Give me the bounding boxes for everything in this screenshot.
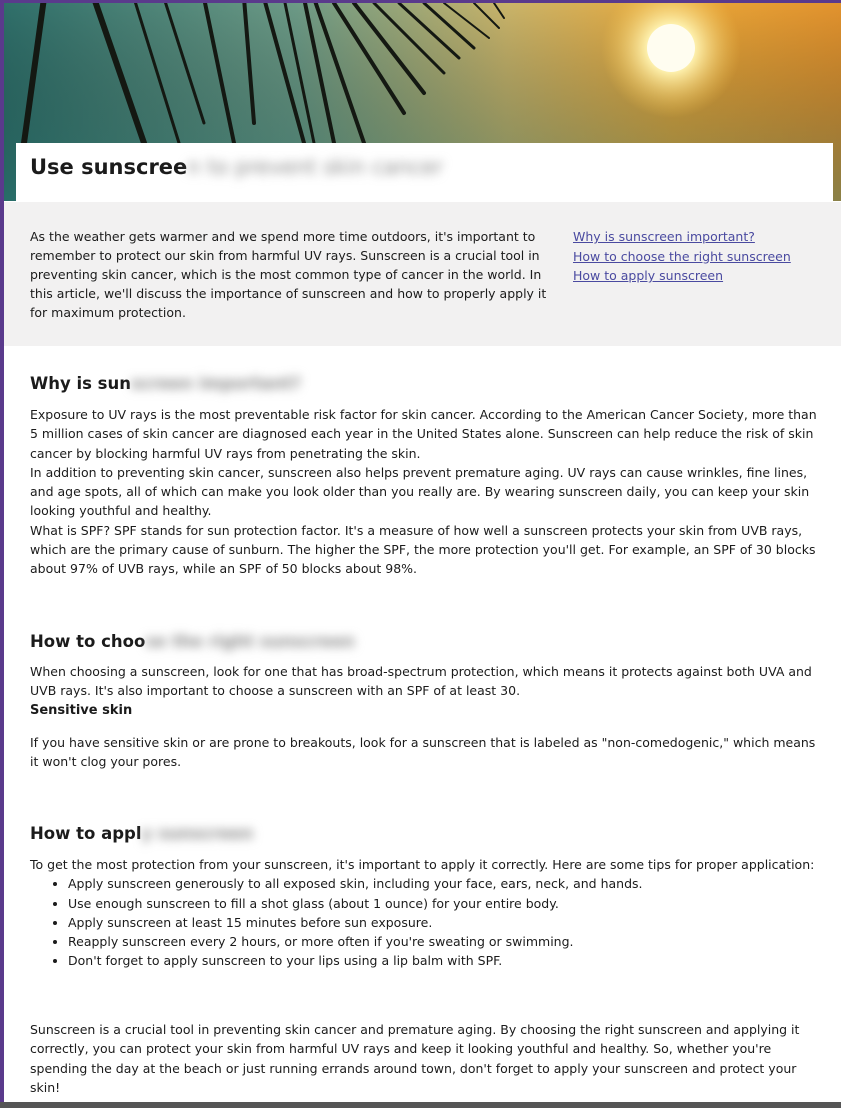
section-heading-apply-text: How to appl (30, 824, 142, 843)
why-paragraph-1: Exposure to UV rays is the most preventa… (30, 407, 817, 461)
section-heading-why: Why is sunscreen important? (30, 374, 825, 393)
list-item: Use enough sunscreen to fill a shot glas… (68, 894, 825, 913)
toc-link-choose[interactable]: How to choose the right sunscreen (573, 247, 823, 267)
intro-section: As the weather gets warmer and we spend … (4, 202, 841, 346)
toc-link-apply[interactable]: How to apply sunscreen (573, 266, 823, 286)
why-paragraph-3: What is SPF? SPF stands for sun protecti… (30, 522, 816, 577)
window-frame-top (0, 0, 841, 3)
section-heading-apply-blurred: y sunscreen (141, 824, 254, 843)
table-of-contents: Why is sunscreen important? How to choos… (573, 227, 823, 286)
section-heading-choose-text: How to choo (30, 632, 146, 651)
sensitive-skin-paragraph: If you have sensitive skin or are prone … (30, 734, 816, 770)
window-frame-left (0, 0, 4, 1108)
title-bar: Use sunscreen to prevent skin cancer (16, 143, 833, 201)
list-item: Don't forget to apply sunscreen to your … (68, 951, 825, 970)
section-apply: How to apply sunscreen To get the most p… (30, 824, 825, 971)
section-heading-apply: How to apply sunscreen (30, 824, 825, 843)
section-heading-why-blurred: screen important? (130, 374, 301, 393)
sensitive-skin-heading: Sensitive skin (30, 702, 133, 718)
section-why: Why is sunscreen important? Exposure to … (30, 374, 825, 579)
page-title-text: Use sunscree (30, 155, 188, 179)
list-item: Reapply sunscreen every 2 hours, or more… (68, 932, 825, 951)
section-heading-choose-blurred: se the right sunscreen (145, 632, 355, 651)
section-conclusion: Sunscreen is a crucial tool in preventin… (30, 1020, 825, 1097)
window-frame-bottom (0, 1102, 841, 1108)
list-item: Apply sunscreen generously to all expose… (68, 874, 825, 893)
section-heading-why-text: Why is sun (30, 374, 131, 393)
apply-lead-paragraph: To get the most protection from your sun… (30, 857, 815, 872)
choose-paragraph: When choosing a sunscreen, look for one … (30, 664, 812, 699)
list-item: Apply sunscreen at least 15 minutes befo… (68, 913, 825, 932)
page-title-blurred: n to prevent skin cancer (187, 155, 443, 179)
section-heading-choose: How to choose the right sunscreen (30, 632, 825, 651)
page-title: Use sunscreen to prevent skin cancer (30, 155, 443, 179)
conclusion-paragraph: Sunscreen is a crucial tool in preventin… (30, 1022, 800, 1095)
toc-link-why[interactable]: Why is sunscreen important? (573, 227, 823, 247)
application-tips-list: Apply sunscreen generously to all expose… (30, 874, 825, 970)
intro-paragraph: As the weather gets warmer and we spend … (30, 229, 547, 320)
section-choose: How to choose the right sunscreen When c… (30, 632, 825, 771)
why-paragraph-2: In addition to preventing skin cancer, s… (30, 464, 810, 519)
